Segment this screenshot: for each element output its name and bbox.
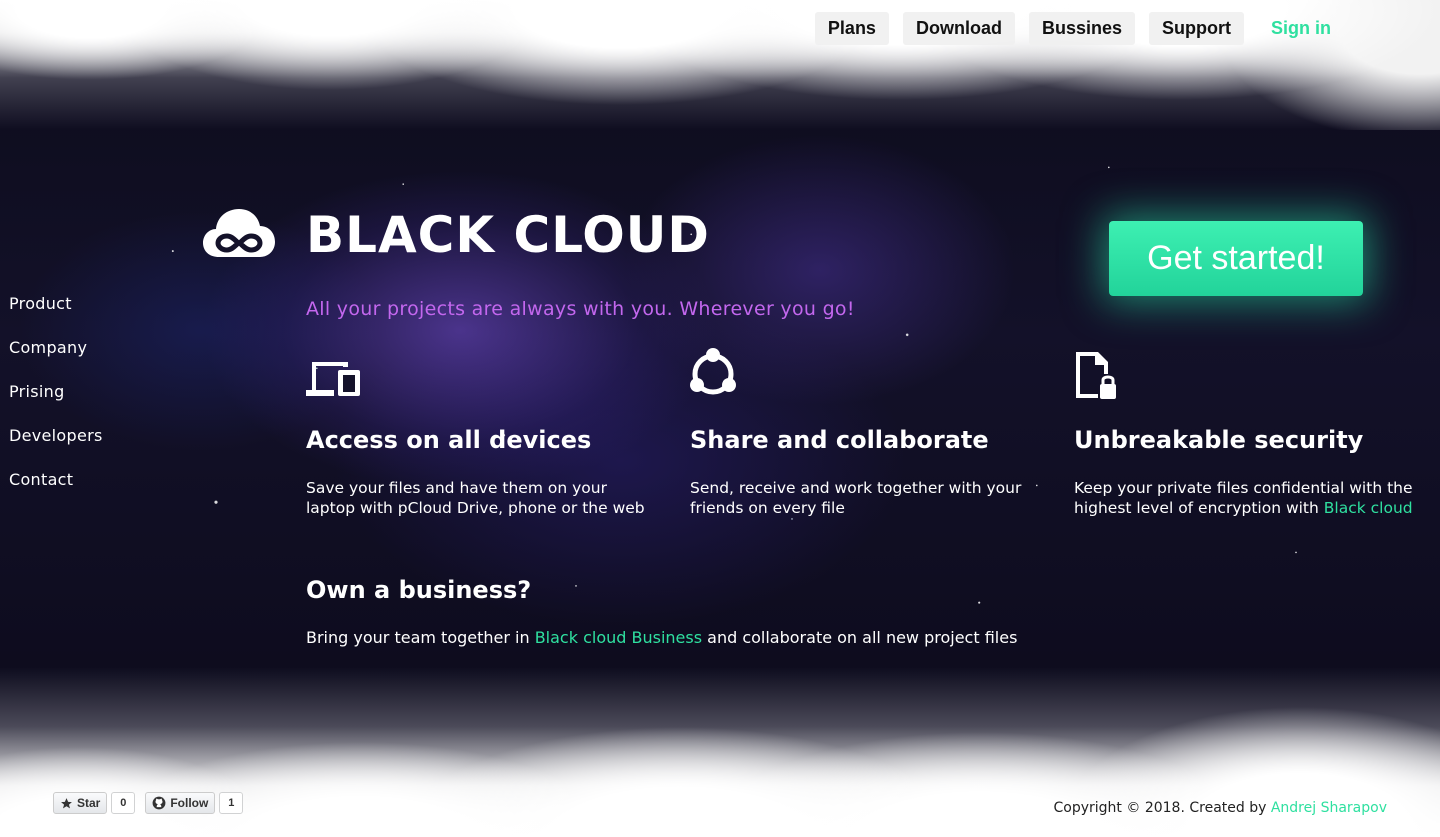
github-buttons: Star 0 Follow 1	[53, 792, 249, 814]
sidebar-item-prising[interactable]: Prising	[9, 381, 103, 425]
feature-text: Save your files and have them on your la…	[306, 479, 645, 517]
top-nav: Plans Download Bussines Support Sign in	[814, 12, 1344, 45]
github-follow-button[interactable]: Follow	[145, 792, 216, 814]
file-lock-icon	[1076, 352, 1116, 399]
get-started-button[interactable]: Get started!	[1109, 221, 1363, 296]
feature-title: Share and collaborate	[690, 426, 989, 454]
feature-share: Share and collaborate Send, receive and …	[690, 348, 1040, 518]
feature-title: Access on all devices	[306, 426, 592, 454]
tagline: All your projects are always with you. W…	[306, 298, 855, 320]
sidebar-item-contact[interactable]: Contact	[9, 469, 103, 513]
sidebar-item-product[interactable]: Product	[9, 293, 103, 337]
nav-business[interactable]: Bussines	[1028, 12, 1135, 45]
business-title: Own a business?	[306, 576, 532, 604]
copyright: Copyright © 2018. Created by Andrej Shar…	[1053, 800, 1387, 816]
black-cloud-link[interactable]: Black cloud	[1324, 499, 1413, 517]
devices-icon	[306, 362, 360, 396]
feature-text: Keep your private files confidential wit…	[1074, 479, 1413, 517]
github-follow-count: 1	[219, 792, 244, 814]
sidebar-item-developers[interactable]: Developers	[9, 425, 103, 469]
sidebar-item-company[interactable]: Company	[9, 337, 103, 381]
feature-title: Unbreakable security	[1074, 426, 1364, 454]
github-icon	[152, 796, 166, 810]
star-icon	[61, 797, 72, 808]
share-icon	[690, 348, 736, 395]
sidebar: Product Company Prising Developers Conta…	[9, 293, 103, 513]
sign-in-link[interactable]: Sign in	[1258, 12, 1344, 45]
brand-title: BLACK CLOUD	[306, 206, 710, 264]
cloud-infinity-logo-icon	[203, 209, 275, 257]
business-link[interactable]: Black cloud Business	[535, 628, 702, 647]
author-link[interactable]: Andrej Sharapov	[1271, 800, 1387, 816]
business-text: Bring your team together in Black cloud …	[306, 628, 1018, 647]
feature-devices: Access on all devices Save your files an…	[306, 348, 656, 518]
github-star-count: 0	[111, 792, 136, 814]
github-star-button[interactable]: Star	[53, 792, 108, 814]
nav-download[interactable]: Download	[902, 12, 1015, 45]
nav-support[interactable]: Support	[1149, 12, 1244, 45]
feature-text: Send, receive and work together with you…	[690, 479, 1022, 517]
feature-security: Unbreakable security Keep your private f…	[1074, 348, 1424, 518]
nav-plans[interactable]: Plans	[814, 12, 889, 45]
